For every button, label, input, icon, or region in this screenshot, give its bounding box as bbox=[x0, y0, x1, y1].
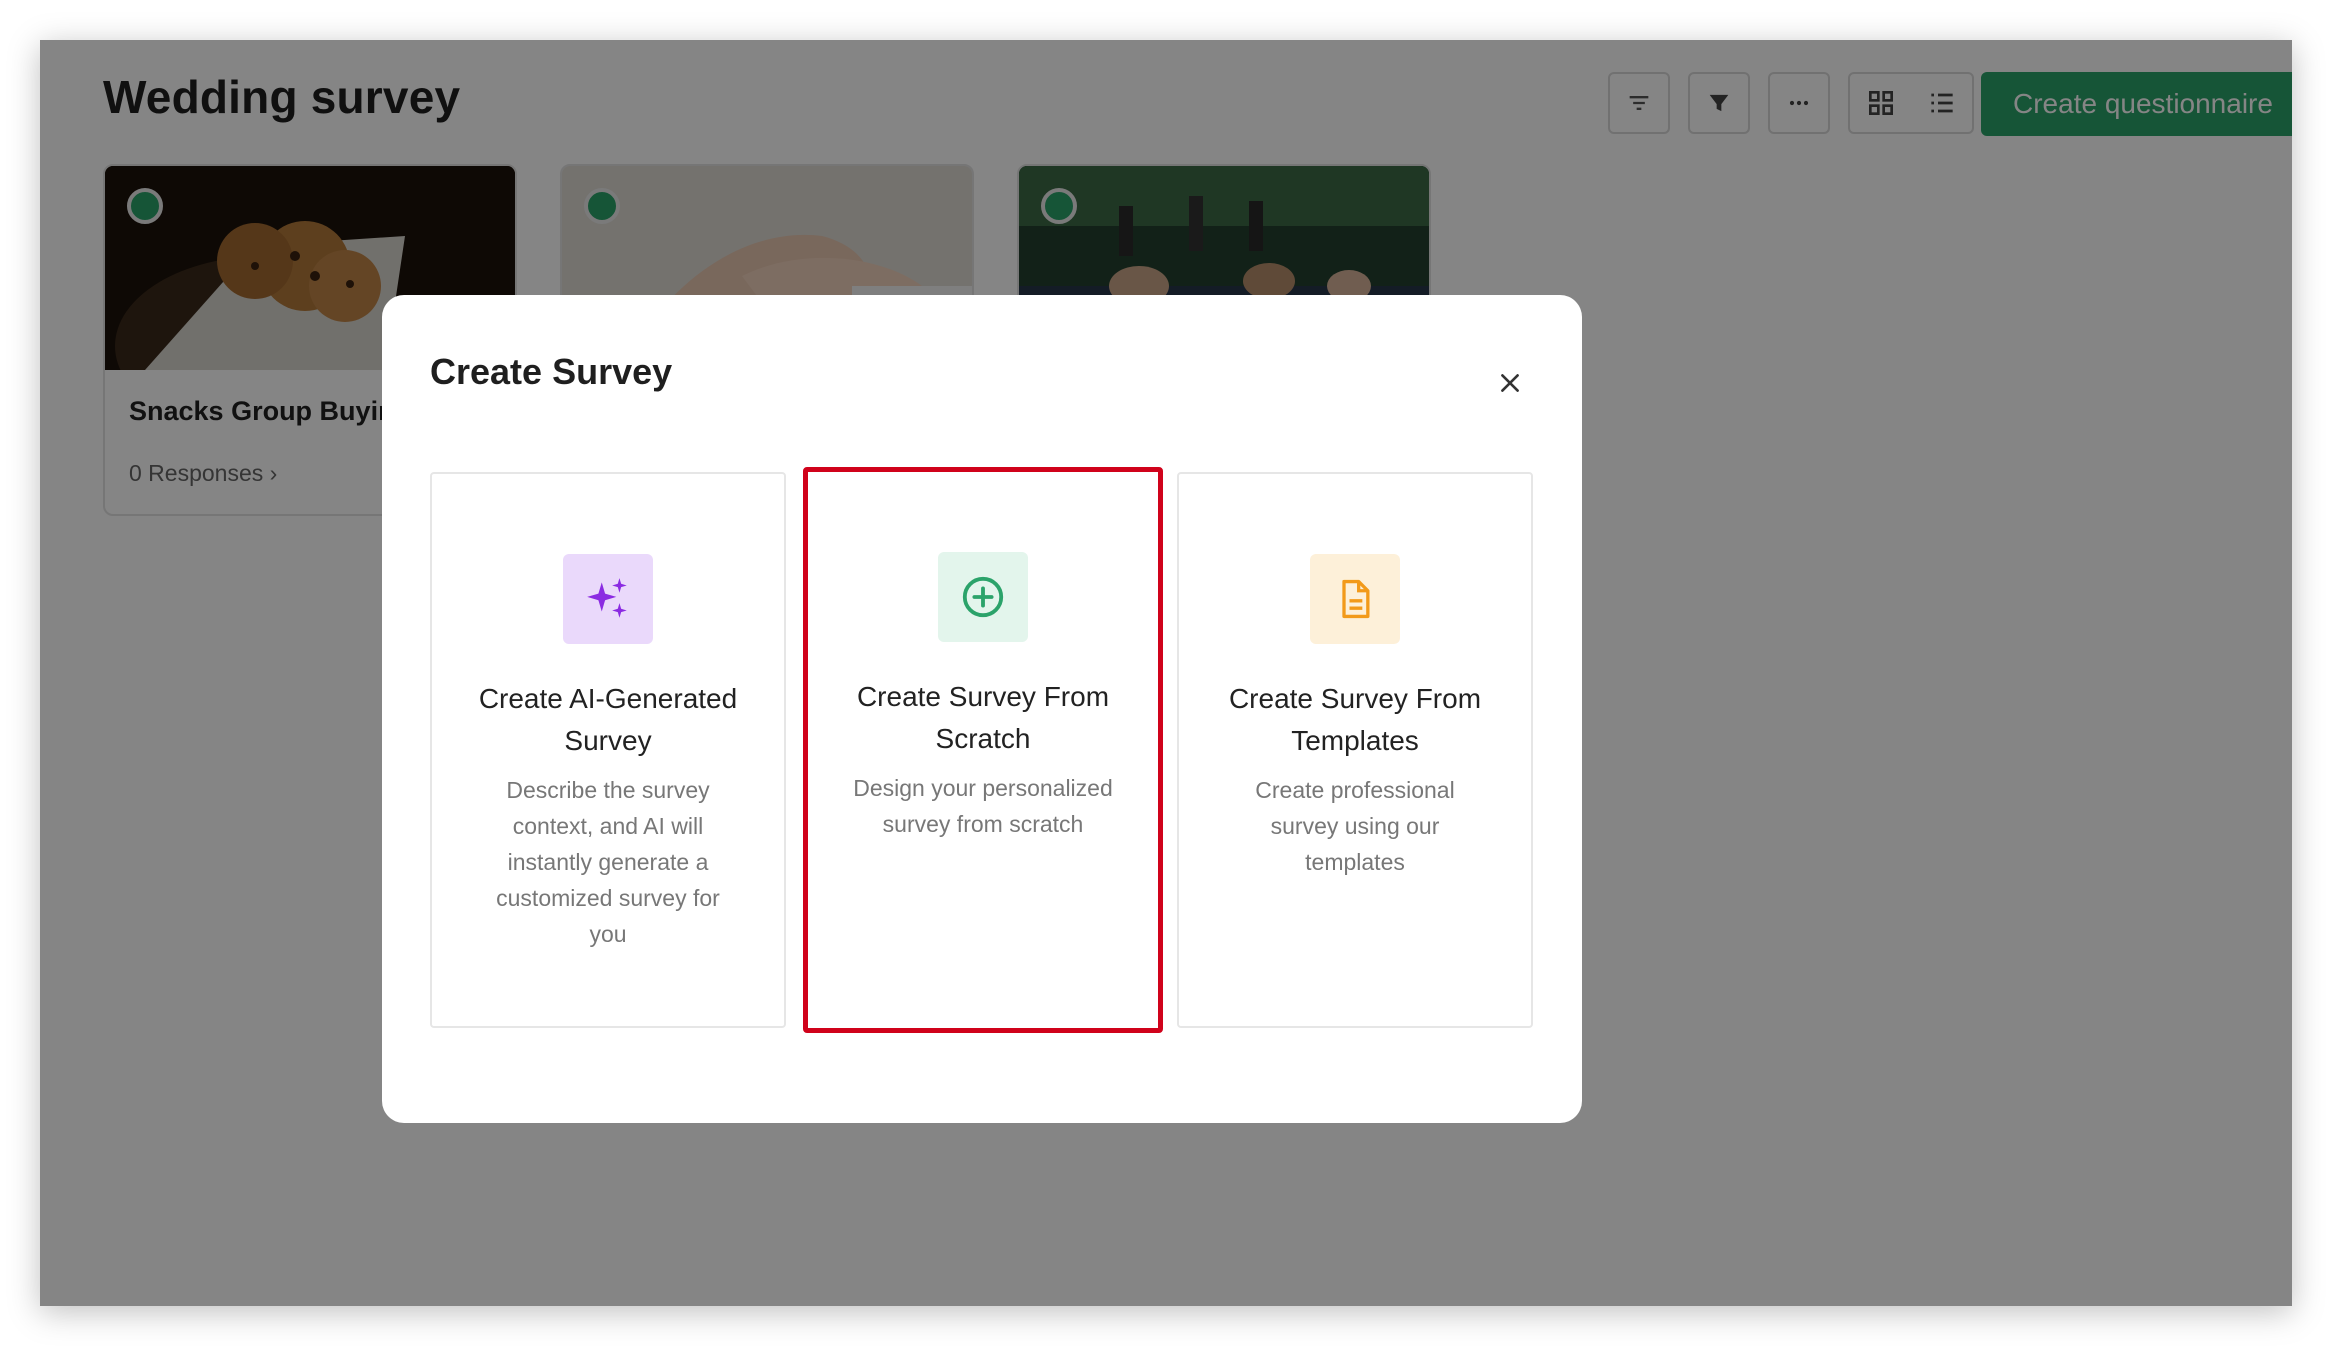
option-title: Create Survey From Templates bbox=[1228, 683, 1482, 756]
option-description: Describe the survey context, and AI will… bbox=[496, 777, 720, 947]
option-title: Create Survey From Scratch bbox=[856, 681, 1110, 754]
document-icon bbox=[1342, 579, 1370, 619]
sparkles-icon bbox=[587, 578, 627, 618]
opt-icon-bg bbox=[1310, 554, 1400, 644]
option-ai-generated[interactable]: Create AI-Generated Survey Describe the … bbox=[430, 472, 786, 1028]
opt-icon-bg bbox=[563, 554, 653, 644]
option-description: Create professional survey using our tem… bbox=[1255, 777, 1455, 875]
close-icon bbox=[1501, 374, 1519, 392]
app-window: Wedding survey Create questionnaire Snac… bbox=[40, 40, 2292, 1306]
opt-icon-bg bbox=[938, 552, 1028, 642]
plus-circle-icon bbox=[962, 576, 1004, 618]
create-survey-dialog: Create Survey Create AI-Generated Survey… bbox=[382, 295, 1582, 1123]
option-from-scratch[interactable]: Create Survey From Scratch Design your p… bbox=[803, 467, 1163, 1033]
dialog-title: Create Survey bbox=[430, 351, 673, 392]
close-button[interactable] bbox=[1482, 355, 1538, 411]
option-description: Design your personalized survey from scr… bbox=[853, 775, 1113, 837]
option-title: Create AI-Generated Survey bbox=[478, 683, 738, 756]
option-from-templates[interactable]: Create Survey From Templates Create prof… bbox=[1177, 472, 1533, 1028]
